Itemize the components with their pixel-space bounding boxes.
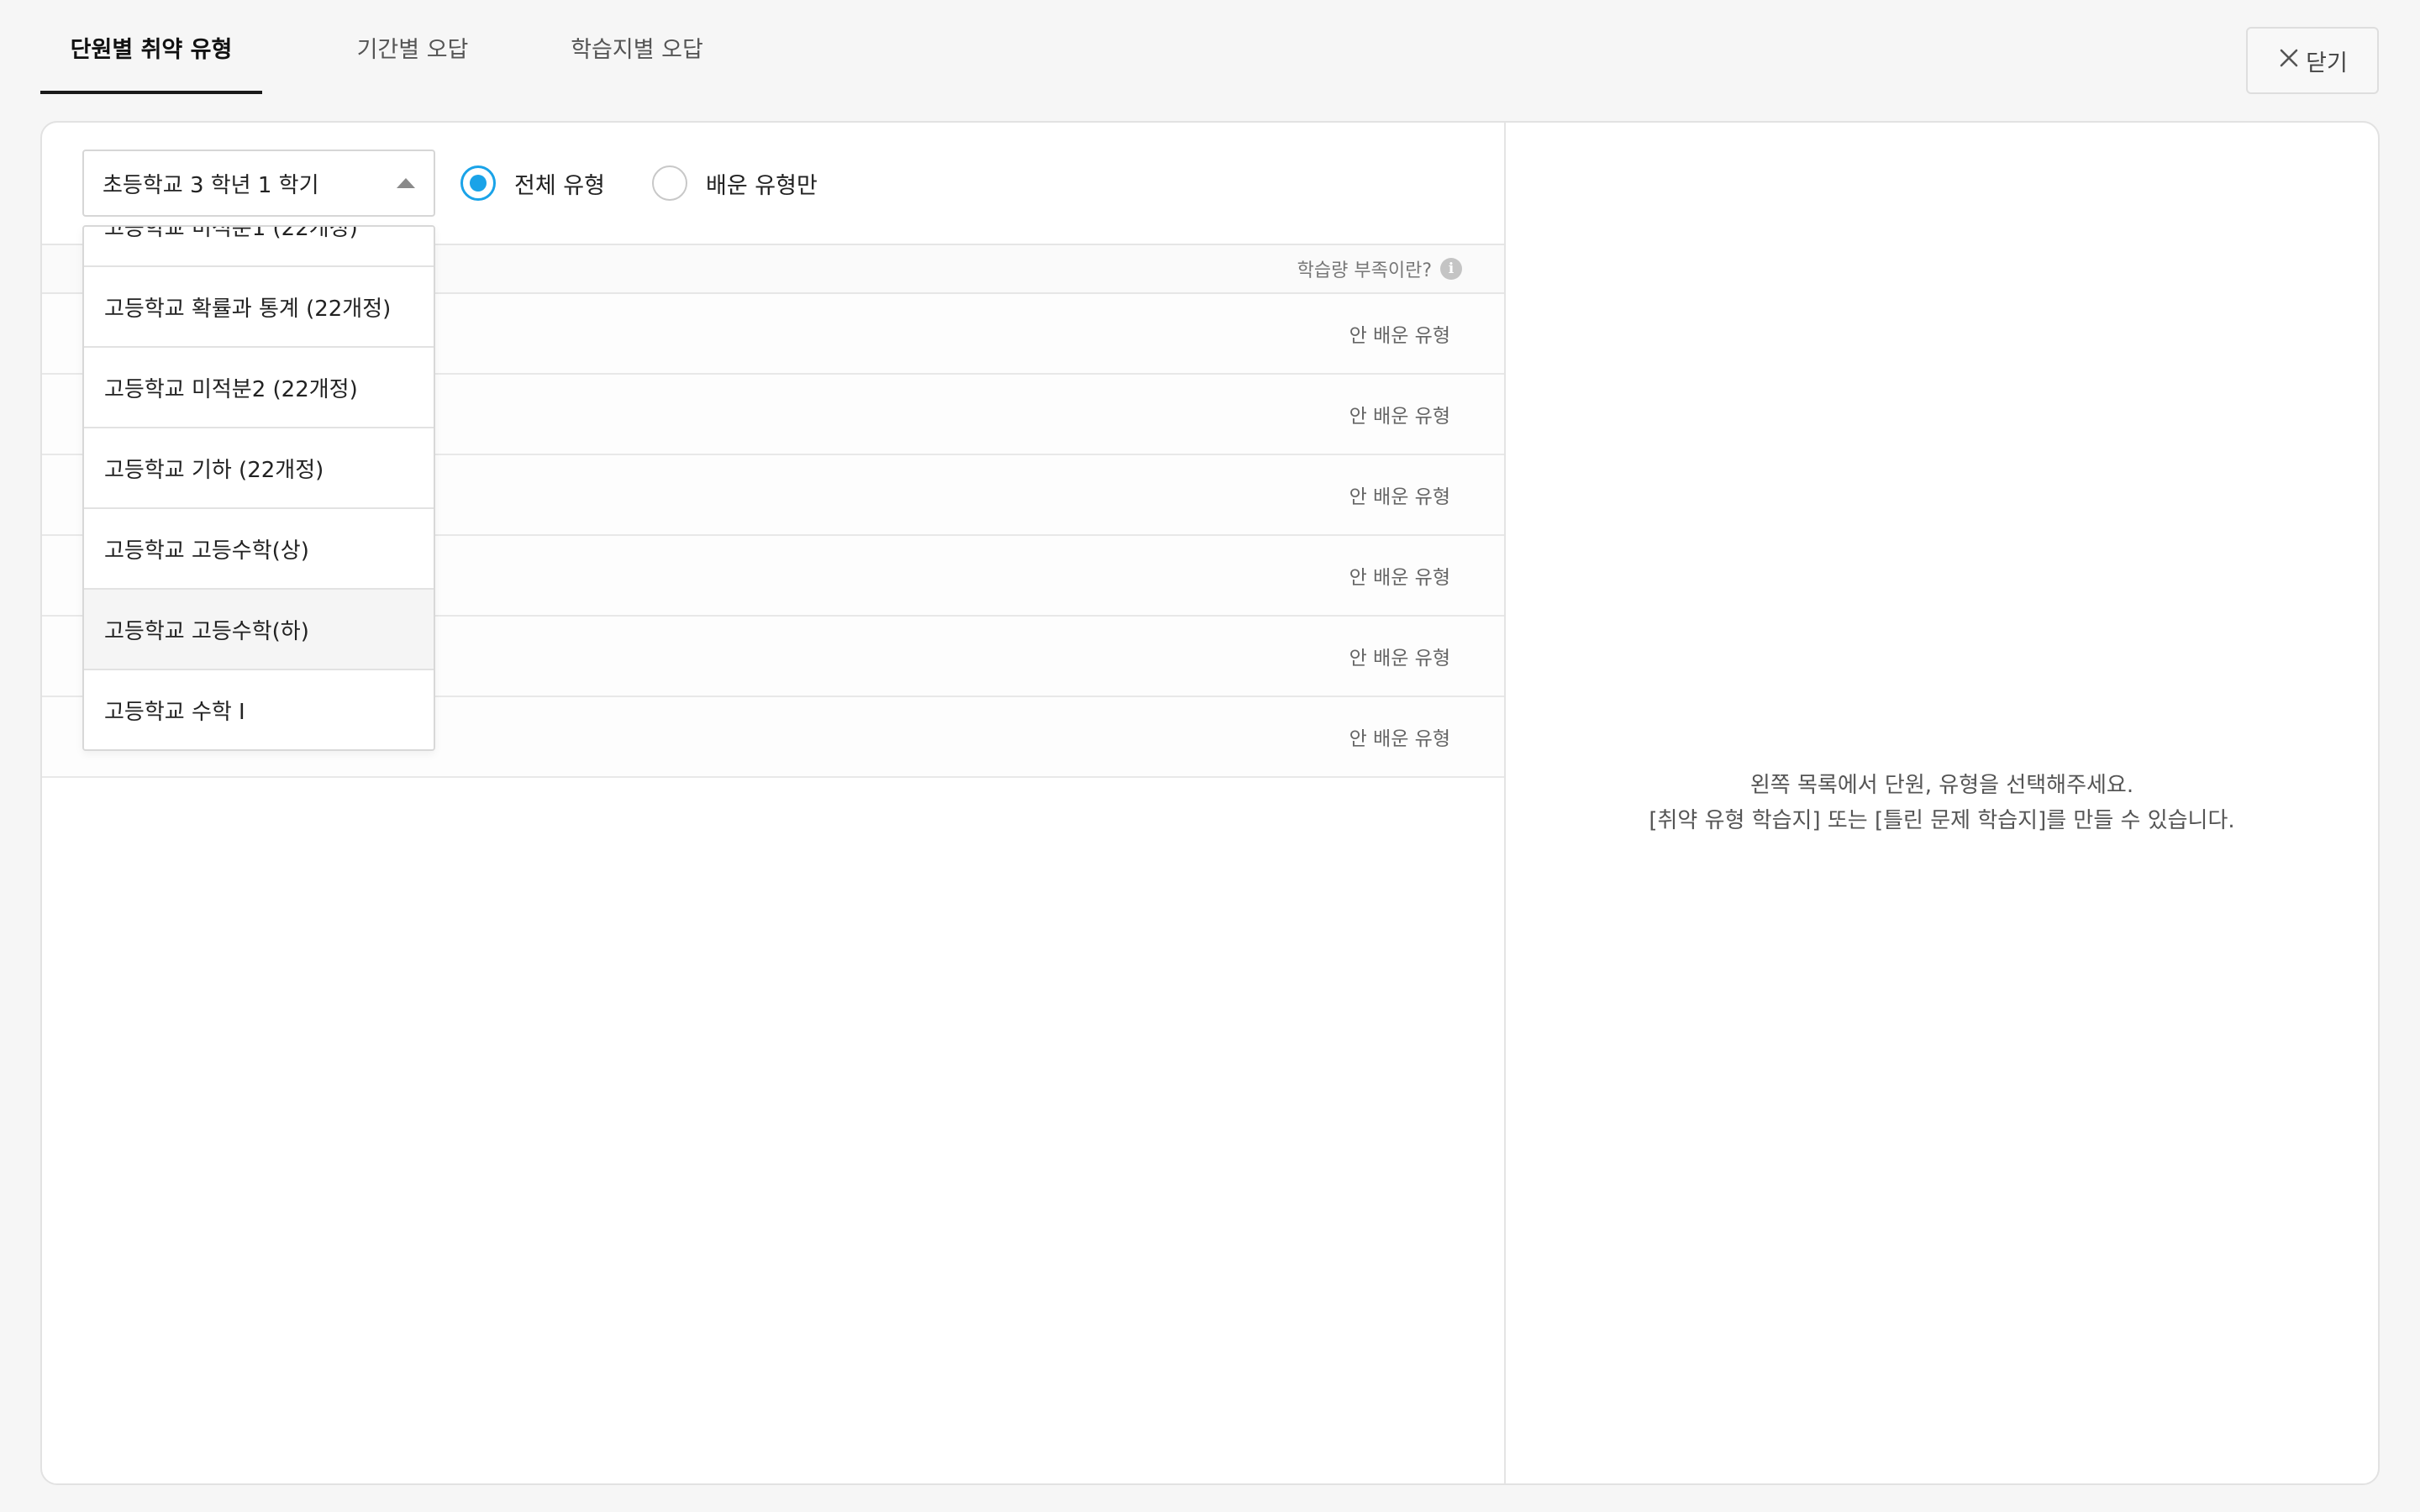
grade-semester-select[interactable]: 초등학교 3 학년 1 학기 xyxy=(82,150,435,217)
radio-all-types[interactable]: 전체 유형 xyxy=(460,160,605,207)
radio-all-types-label: 전체 유형 xyxy=(514,172,605,199)
close-button[interactable]: 닫기 xyxy=(2246,27,2379,94)
row-status: 안 배운 유형 xyxy=(1349,486,1450,508)
dropdown-option[interactable]: 고등학교 고등수학(상) xyxy=(84,509,434,590)
main-card: 초등학교 3 학년 1 학기 전체 유형 배운 유형만 학습량 부족이란? i … xyxy=(40,121,2380,1485)
dropdown-option[interactable]: 고등학교 미적분2 (22개정) xyxy=(84,348,434,428)
grade-dropdown-list[interactable]: 고등학교 미적분1 (22개정) 고등학교 확률과 통계 (22개정) 고등학교… xyxy=(82,225,435,751)
right-panel: 왼쪽 목록에서 단원, 유형을 선택해주세요. [취약 유형 학습지] 또는 [… xyxy=(1506,123,2378,1483)
select-value: 초등학교 3 학년 1 학기 xyxy=(103,172,319,198)
row-status: 안 배운 유형 xyxy=(1349,648,1450,669)
radio-learned-types-label: 배운 유형만 xyxy=(706,172,818,199)
radio-checked-icon xyxy=(460,165,496,201)
radio-unchecked-icon xyxy=(652,165,687,201)
dropdown-option[interactable]: 고등학교 미적분1 (22개정) xyxy=(84,227,434,267)
empty-state-message: 왼쪽 목록에서 단원, 유형을 선택해주세요. [취약 유형 학습지] 또는 [… xyxy=(1506,768,2378,838)
tab-period-wrong-answers[interactable]: 기간별 오답 xyxy=(318,0,508,94)
study-shortage-help[interactable]: 학습량 부족이란? i xyxy=(1297,245,1462,292)
dropdown-option[interactable]: 고등학교 고등수학(하) xyxy=(84,590,434,670)
row-status: 안 배운 유형 xyxy=(1349,728,1450,750)
dropdown-option[interactable]: 고등학교 확률과 통계 (22개정) xyxy=(84,267,434,348)
empty-state-line-2: [취약 유형 학습지] 또는 [틀린 문제 학습지]를 만들 수 있습니다. xyxy=(1649,808,2235,833)
dropdown-option[interactable]: 고등학교 수학 I xyxy=(84,670,434,749)
dropdown-option[interactable]: 고등학교 기하 (22개정) xyxy=(84,428,434,509)
study-shortage-help-label: 학습량 부족이란? xyxy=(1297,260,1432,281)
close-icon xyxy=(2277,46,2301,76)
empty-state-line-1: 왼쪽 목록에서 단원, 유형을 선택해주세요. xyxy=(1749,773,2134,798)
radio-learned-types-only[interactable]: 배운 유형만 xyxy=(652,160,818,207)
info-icon: i xyxy=(1440,258,1462,280)
row-status: 안 배운 유형 xyxy=(1349,567,1450,589)
row-status: 안 배운 유형 xyxy=(1349,325,1450,347)
tab-bar: 단원별 취약 유형 기간별 오답 학습지별 오답 xyxy=(40,0,2309,94)
close-button-label: 닫기 xyxy=(2306,50,2348,76)
caret-up-icon xyxy=(397,178,415,188)
left-panel: 초등학교 3 학년 1 학기 전체 유형 배운 유형만 학습량 부족이란? i … xyxy=(42,123,1504,1483)
row-status: 안 배운 유형 xyxy=(1349,406,1450,428)
tab-unit-weak-types[interactable]: 단원별 취약 유형 xyxy=(40,0,262,94)
tab-worksheet-wrong-answers[interactable]: 학습지별 오답 xyxy=(532,0,742,94)
